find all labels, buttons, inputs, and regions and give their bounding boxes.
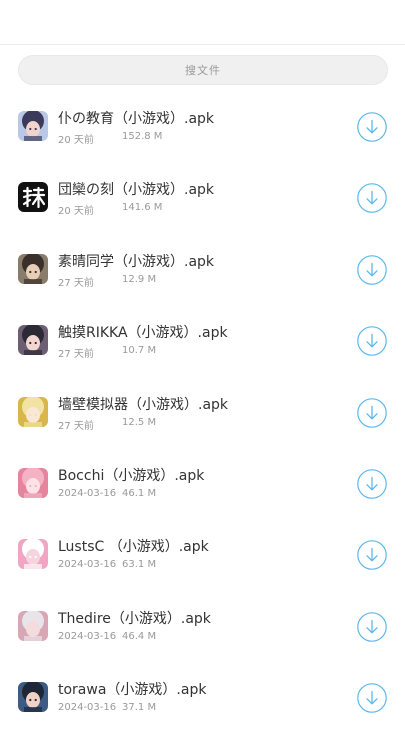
download-button[interactable] xyxy=(357,397,387,428)
file-date: 27 天前 xyxy=(58,277,94,289)
download-button[interactable] xyxy=(357,683,387,713)
file-date: 2024-03-16 xyxy=(58,702,117,714)
anime-girl-dark-hat-icon xyxy=(18,253,48,284)
file-meta: 20 天前 152.8 M xyxy=(58,131,162,146)
anime-bunny-girl-icon xyxy=(18,539,48,570)
file-size: 37.1 M xyxy=(122,702,157,714)
file-size: 46.4 M xyxy=(122,630,157,642)
anime-girl-blue-hair-icon xyxy=(18,111,48,141)
file-name: 触摸RIKKA（小游戏）.apk xyxy=(58,325,228,342)
file-size: 12.9 M xyxy=(122,273,157,285)
anime-girl-silver-hair-icon xyxy=(18,610,48,641)
download-icon xyxy=(357,112,387,142)
top-bar xyxy=(0,0,405,45)
file-size: 141.6 M xyxy=(122,202,163,214)
file-size: 12.5 M xyxy=(122,416,157,428)
file-meta: 27 天前 12.9 M xyxy=(58,274,156,289)
file-name: Bocchi（小游戏）.apk xyxy=(58,467,205,484)
download-button[interactable] xyxy=(357,326,387,356)
file-size: 152.8 M xyxy=(122,131,163,142)
download-icon xyxy=(357,183,387,214)
file-name: 墙壁模拟器（小游戏）.apk xyxy=(58,396,229,413)
file-name: Thedire（小游戏）.apk xyxy=(58,610,211,627)
file-meta: 27 天前 12.5 M xyxy=(58,417,156,432)
file-name: 団欒の刻（小游戏）.apk xyxy=(58,182,215,199)
download-icon xyxy=(357,326,387,356)
file-meta: 27 天前 10.7 M xyxy=(58,345,156,361)
download-button[interactable] xyxy=(357,112,387,142)
list-item[interactable]: Thedire（小游戏）.apk 2024-03-16 46.4 M xyxy=(0,591,405,662)
download-icon xyxy=(357,540,387,571)
search-placeholder: 搜文件 xyxy=(185,64,221,77)
download-icon xyxy=(357,683,387,713)
download-icon xyxy=(357,397,387,428)
anime-girl-navy-hair-icon xyxy=(18,682,48,713)
anime-girl-pink-hair-icon xyxy=(18,467,48,498)
file-name: 素晴同学（小游戏）.apk xyxy=(58,253,215,270)
file-name: 仆の教育（小游戏）.apk xyxy=(58,111,215,127)
download-button[interactable] xyxy=(357,540,387,571)
download-button[interactable] xyxy=(357,469,387,499)
download-icon xyxy=(357,469,387,499)
file-date: 27 天前 xyxy=(58,349,94,361)
anime-girl-blonde-icon xyxy=(18,396,48,427)
list-item[interactable]: 墙壁模拟器（小游戏）.apk 27 天前 12.5 M xyxy=(0,377,405,448)
file-meta: 2024-03-16 46.4 M xyxy=(58,630,156,642)
search-input[interactable]: 搜文件 xyxy=(18,55,388,85)
file-name: torawa（小游戏）.apk xyxy=(58,682,207,699)
file-date: 27 天前 xyxy=(58,420,94,432)
file-size: 10.7 M xyxy=(122,345,157,357)
list-item[interactable]: 仆の教育（小游戏）.apk 20 天前 152.8 M xyxy=(0,91,405,162)
file-meta: 2024-03-16 63.1 M xyxy=(58,559,156,571)
download-icon xyxy=(357,254,387,285)
file-date: 20 天前 xyxy=(58,206,94,218)
file-meta: 2024-03-16 37.1 M xyxy=(58,702,156,714)
file-meta: 2024-03-16 46.1 M xyxy=(58,487,156,499)
file-date: 2024-03-16 xyxy=(58,630,117,642)
list-item[interactable]: torawa（小游戏）.apk 2024-03-16 37.1 M xyxy=(0,662,405,733)
file-meta: 20 天前 141.6 M xyxy=(58,202,162,218)
download-icon xyxy=(357,611,387,642)
list-item[interactable]: 団欒の刻（小游戏）.apk 20 天前 141.6 M xyxy=(0,162,405,233)
list-item[interactable]: 触摸RIKKA（小游戏）.apk 27 天前 10.7 M xyxy=(0,305,405,376)
list-item[interactable]: Bocchi（小游戏）.apk 2024-03-16 46.1 M xyxy=(0,448,405,519)
download-button[interactable] xyxy=(357,254,387,285)
file-date: 2024-03-16 xyxy=(58,487,117,499)
file-size: 63.1 M xyxy=(122,559,157,571)
download-button[interactable] xyxy=(357,183,387,214)
kanji-logo-icon xyxy=(18,182,48,213)
file-name: LustsC （小游戏）.apk xyxy=(58,539,209,556)
file-date: 2024-03-16 xyxy=(58,559,117,571)
list-item[interactable]: LustsC （小游戏）.apk 2024-03-16 63.1 M xyxy=(0,519,405,590)
file-date: 20 天前 xyxy=(58,135,94,146)
file-list: 仆の教育（小游戏）.apk 20 天前 152.8 M 団欒の刻（小游戏）.apk 20… xyxy=(0,91,405,734)
file-size: 46.1 M xyxy=(122,487,157,499)
list-item[interactable]: 素晴同学（小游戏）.apk 27 天前 12.9 M xyxy=(0,234,405,305)
download-button[interactable] xyxy=(357,611,387,642)
anime-girl-black-hair-icon xyxy=(18,325,48,356)
